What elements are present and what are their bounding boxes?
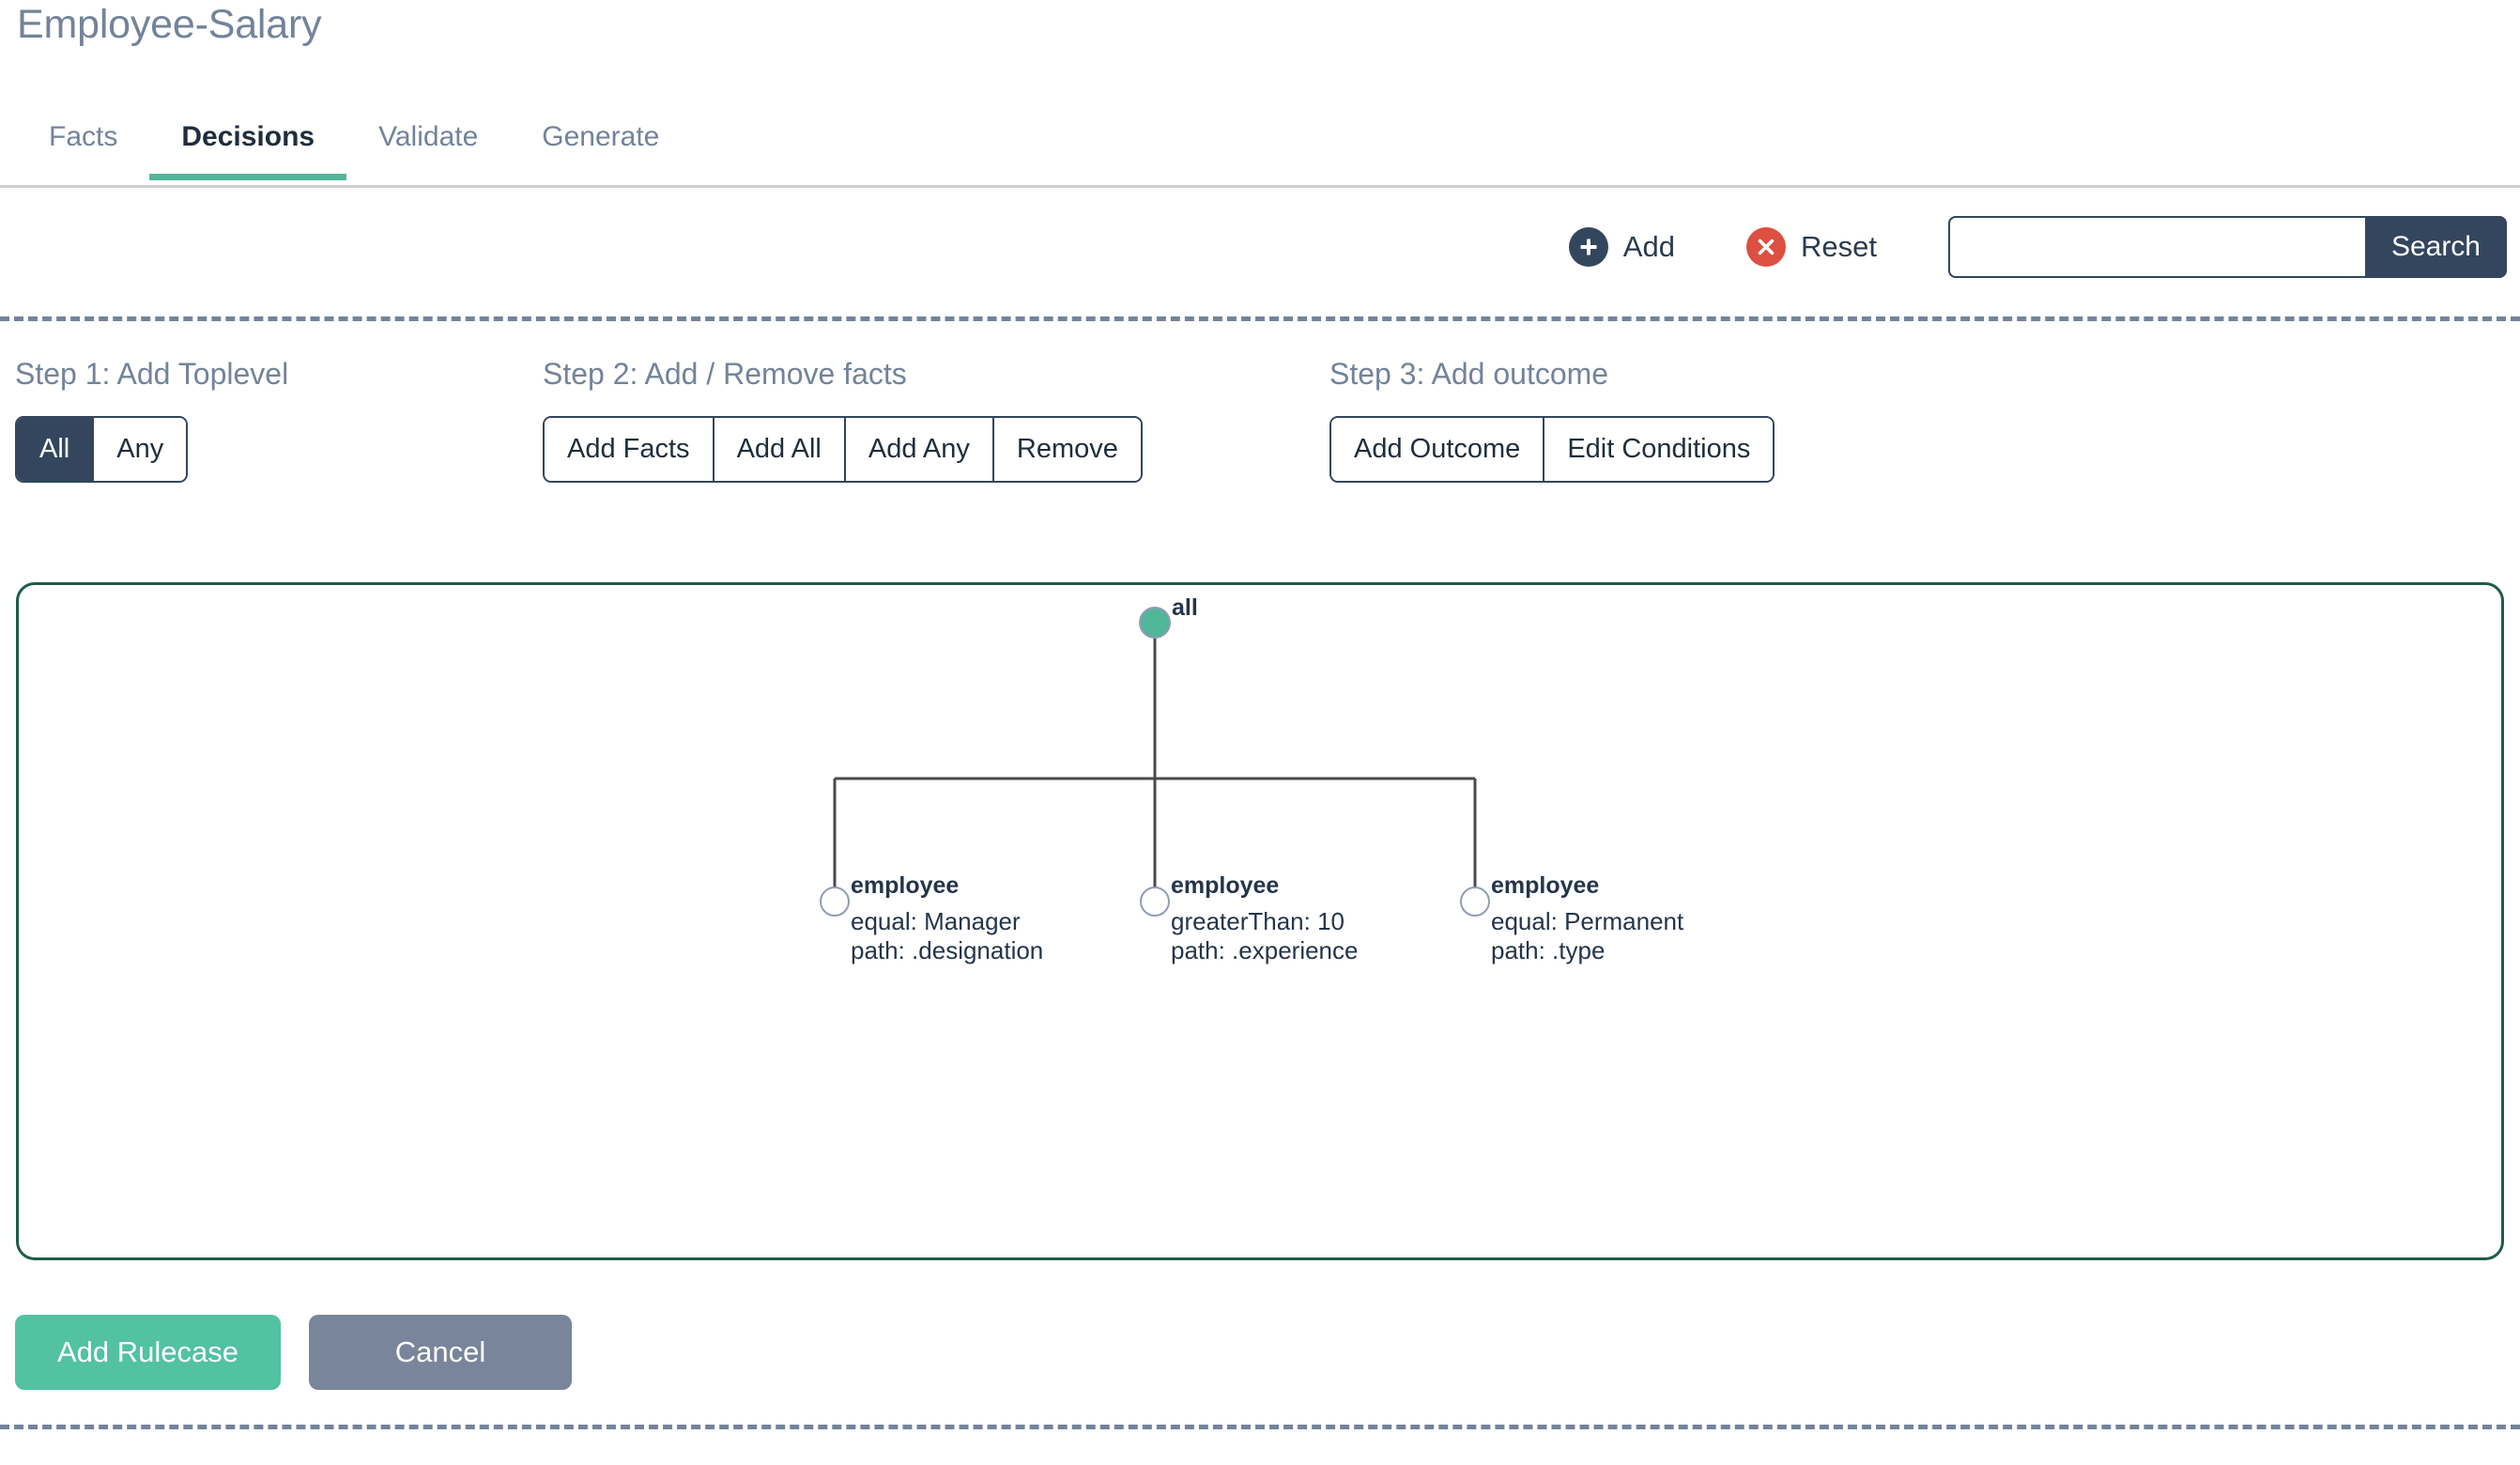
step-btn-add-outcome[interactable]: Add Outcome [1331, 418, 1545, 481]
tree-node-leaf-label: employee [1171, 872, 1279, 899]
reset-button[interactable]: Reset [1745, 227, 1877, 267]
step-btn-add-any[interactable]: Add Any [845, 418, 994, 481]
divider-top [0, 316, 2520, 321]
tree-node-leaf-label: employee [1491, 872, 1599, 899]
step-2-title: Step 2: Add / Remove facts [543, 357, 907, 391]
plus-circle-icon [1568, 227, 1608, 267]
tree-node-root[interactable]: all [1139, 594, 1198, 639]
tree-node-leaf[interactable]: employee equal: Permanentpath: .type [1460, 872, 1684, 964]
decision-tree-graph: all employee equal: Managerpath: .designat… [820, 594, 1684, 964]
page-title: Employee-Salary [17, 2, 322, 47]
step-btn-all[interactable]: All [17, 418, 95, 481]
tab-validate[interactable]: Validate [346, 111, 510, 180]
tree-node-leaf-condition: greaterThan: 10 [1171, 907, 1345, 935]
action-toolbar: Add Reset Search [0, 188, 2520, 316]
footer-actions: Add Rulecase Cancel [15, 1315, 572, 1390]
search-button[interactable]: Search [2364, 216, 2507, 278]
reset-button-label: Reset [1800, 230, 1877, 263]
tree-node-root-label: all [1172, 594, 1198, 621]
tab-bar: Facts Decisions Validate Generate [0, 111, 2520, 188]
tab-decisions[interactable]: Decisions [149, 111, 346, 180]
step-btn-any[interactable]: Any [94, 418, 187, 481]
add-button[interactable]: Add [1568, 227, 1675, 267]
steps-row: Step 1: Add Toplevel All Any Step 2: Add … [0, 357, 2520, 507]
step-3-add-outcome: Step 3: Add outcome Add Outcome Edit Cond… [1329, 357, 1775, 483]
tree-node-leaf-path: path: .type [1491, 936, 1605, 964]
facts-button-group: Add Facts Add All Add Any Remove [543, 416, 1143, 483]
add-rulecase-button[interactable]: Add Rulecase [15, 1315, 281, 1390]
step-btn-add-all[interactable]: Add All [714, 418, 846, 481]
step-3-title: Step 3: Add outcome [1329, 357, 1609, 391]
tree-node-leaf-path: path: .designation [851, 936, 1043, 964]
tab-generate[interactable]: Generate [510, 111, 691, 180]
add-button-label: Add [1622, 230, 1675, 263]
outcome-button-group: Add Outcome Edit Conditions [1329, 416, 1775, 483]
x-circle-icon [1745, 227, 1786, 267]
step-btn-add-facts[interactable]: Add Facts [545, 418, 715, 481]
step-btn-edit-conditions[interactable]: Edit Conditions [1544, 418, 1774, 481]
cancel-button[interactable]: Cancel [309, 1315, 572, 1390]
tree-node-leaf-condition: equal: Permanent [1491, 907, 1684, 935]
tree-node-leaf-condition: equal: Manager [851, 907, 1021, 935]
search-box: Search [1947, 216, 2507, 278]
tab-facts[interactable]: Facts [17, 111, 149, 180]
step-btn-remove[interactable]: Remove [993, 418, 1141, 481]
tree-node-leaf-path: path: .experience [1171, 936, 1358, 964]
tree-node-leaf[interactable]: employee equal: Managerpath: .designation [820, 872, 1043, 964]
search-input[interactable] [1947, 216, 2365, 278]
tree-node-leaf[interactable]: employee greaterThan: 10path: .experience [1140, 872, 1358, 964]
decision-tree-canvas[interactable]: all employee equal: Manager path: .designat… [16, 582, 2504, 1260]
tree-node-leaf-label: employee [851, 872, 959, 899]
divider-bottom [0, 1425, 2520, 1429]
toplevel-toggle-group: All Any [15, 416, 189, 483]
step-1-title: Step 1: Add Toplevel [15, 357, 289, 391]
step-1-add-toplevel: Step 1: Add Toplevel All Any [15, 357, 288, 483]
step-2-add-remove-facts: Step 2: Add / Remove facts Add Facts Add … [543, 357, 1143, 483]
